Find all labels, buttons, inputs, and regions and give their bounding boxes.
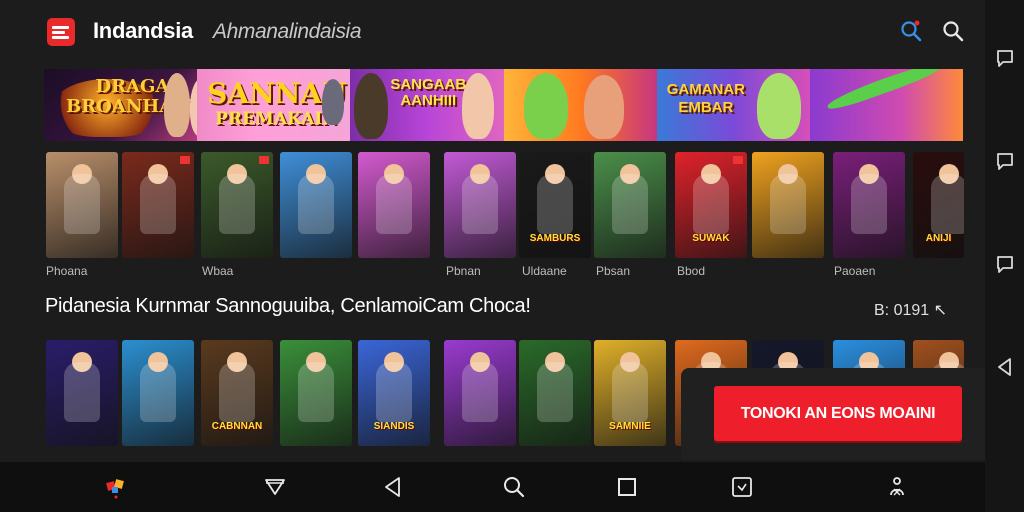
tile-badge <box>733 156 743 164</box>
banner-panel[interactable]: SANNAU PREMAKAIN <box>197 69 351 141</box>
game-tile[interactable] <box>444 340 516 446</box>
character-figure <box>931 174 964 234</box>
character-figure <box>219 362 255 422</box>
tile-title: SAMNIIE <box>609 421 651 432</box>
game-tile[interactable] <box>201 152 273 258</box>
game-row-1-labels: Phoana Wbaa Pbnan Uldaane Pbsan Bbod Pao… <box>44 264 964 280</box>
character-figure <box>64 174 100 234</box>
game-tile[interactable] <box>280 340 352 446</box>
character-figure <box>219 174 255 234</box>
game-label[interactable]: Phoana <box>46 264 87 278</box>
character-figure <box>612 174 648 234</box>
tile-title: CABNNAN <box>211 421 263 432</box>
top-header: Indandsia Ahmanalindaisia <box>0 0 985 62</box>
tile-title: SUWAK <box>692 233 730 244</box>
banner-title: GAMANAR EMBAR <box>666 81 746 116</box>
search-icon[interactable] <box>502 475 526 499</box>
character-figure <box>851 174 887 234</box>
search-icon[interactable] <box>941 19 965 43</box>
chat-icon[interactable] <box>994 253 1016 275</box>
app-logo-icon[interactable] <box>46 17 76 47</box>
accessibility-icon[interactable] <box>885 475 909 499</box>
back-icon[interactable] <box>994 356 1016 378</box>
game-tile[interactable] <box>833 152 905 258</box>
promo-banner[interactable]: DRAGA BROANHASS SANNAU PREMAKAIN SANGAAB… <box>44 69 963 141</box>
section-count[interactable]: B: 0191 ↖ <box>874 300 947 320</box>
character-figure <box>64 362 100 422</box>
character-figure <box>376 174 412 234</box>
character-figure <box>612 362 648 422</box>
primary-cta-button[interactable]: TONOKI AN EONS MOAINI <box>714 386 962 441</box>
game-label[interactable]: Pbnan <box>446 264 481 278</box>
character-figure <box>462 362 498 422</box>
character-figure <box>376 362 412 422</box>
app-logo-icon[interactable] <box>104 475 128 499</box>
side-rail <box>985 0 1024 512</box>
character-figure <box>693 174 729 234</box>
square-icon[interactable] <box>615 475 639 499</box>
game-tile[interactable] <box>594 152 666 258</box>
game-label[interactable]: Paoaen <box>834 264 875 278</box>
game-tile[interactable]: SUWAK <box>675 152 747 258</box>
game-row-1: SAMBURS SUWAK ANIJI <box>44 152 964 258</box>
tile-title: SAMBURS <box>529 233 581 244</box>
bottom-nav-bar <box>0 462 985 512</box>
banner-panel[interactable] <box>809 69 963 141</box>
back-icon[interactable] <box>381 475 405 499</box>
triangle-down-icon[interactable] <box>263 475 287 499</box>
app-subtitle: Ahmanalindaisia <box>213 20 362 43</box>
character-figure <box>298 174 334 234</box>
character-figure <box>462 174 498 234</box>
banner-title: SANGAAB AANHIII <box>390 76 467 109</box>
game-tile[interactable] <box>444 152 516 258</box>
banner-subtitle: PREMAKAIN <box>215 109 338 129</box>
game-tile[interactable]: ANIJI <box>913 152 964 258</box>
game-tile[interactable] <box>46 152 118 258</box>
tile-badge <box>259 156 269 164</box>
character-figure <box>140 174 176 234</box>
game-label[interactable]: Wbaa <box>202 264 233 278</box>
game-label[interactable]: Pbsan <box>596 264 630 278</box>
character-figure <box>140 362 176 422</box>
character-figure <box>770 174 806 234</box>
tile-badge <box>180 156 190 164</box>
game-label[interactable]: Bbod <box>677 264 705 278</box>
tile-title: SIANDIS <box>373 421 415 432</box>
game-tile[interactable]: SIANDIS <box>358 340 430 446</box>
game-tile[interactable]: SAMBURS <box>519 152 591 258</box>
tile-title: ANIJI <box>925 233 952 244</box>
character-figure <box>298 362 334 422</box>
game-label[interactable]: Uldaane <box>522 264 567 278</box>
app-title: Indandsia <box>93 18 193 43</box>
game-tile[interactable] <box>46 340 118 446</box>
character-figure <box>537 362 573 422</box>
game-tile[interactable] <box>122 152 194 258</box>
chat-icon[interactable] <box>994 150 1016 172</box>
game-tile[interactable]: SAMNIIE <box>594 340 666 446</box>
section-title: Pidanesia Kurnmar Sannoguuiba, CenlamoiC… <box>45 295 531 317</box>
screenshot-icon[interactable] <box>730 475 754 499</box>
banner-panel[interactable] <box>503 69 657 141</box>
chat-icon[interactable] <box>994 47 1016 69</box>
banner-panel[interactable]: SANGAAB AANHIII <box>350 69 504 141</box>
character-figure <box>537 174 573 234</box>
game-tile[interactable] <box>358 152 430 258</box>
banner-panel[interactable]: GAMANAR EMBAR <box>656 69 810 141</box>
game-tile[interactable] <box>122 340 194 446</box>
game-tile[interactable]: CABNNAN <box>201 340 273 446</box>
search-red-dot-icon[interactable] <box>899 19 923 43</box>
banner-panel[interactable]: DRAGA BROANHASS <box>44 69 198 141</box>
app-root: Indandsia Ahmanalindaisia DRAGA BROANHAS… <box>0 0 1024 512</box>
game-tile[interactable] <box>752 152 824 258</box>
game-tile[interactable] <box>519 340 591 446</box>
game-tile[interactable] <box>280 152 352 258</box>
